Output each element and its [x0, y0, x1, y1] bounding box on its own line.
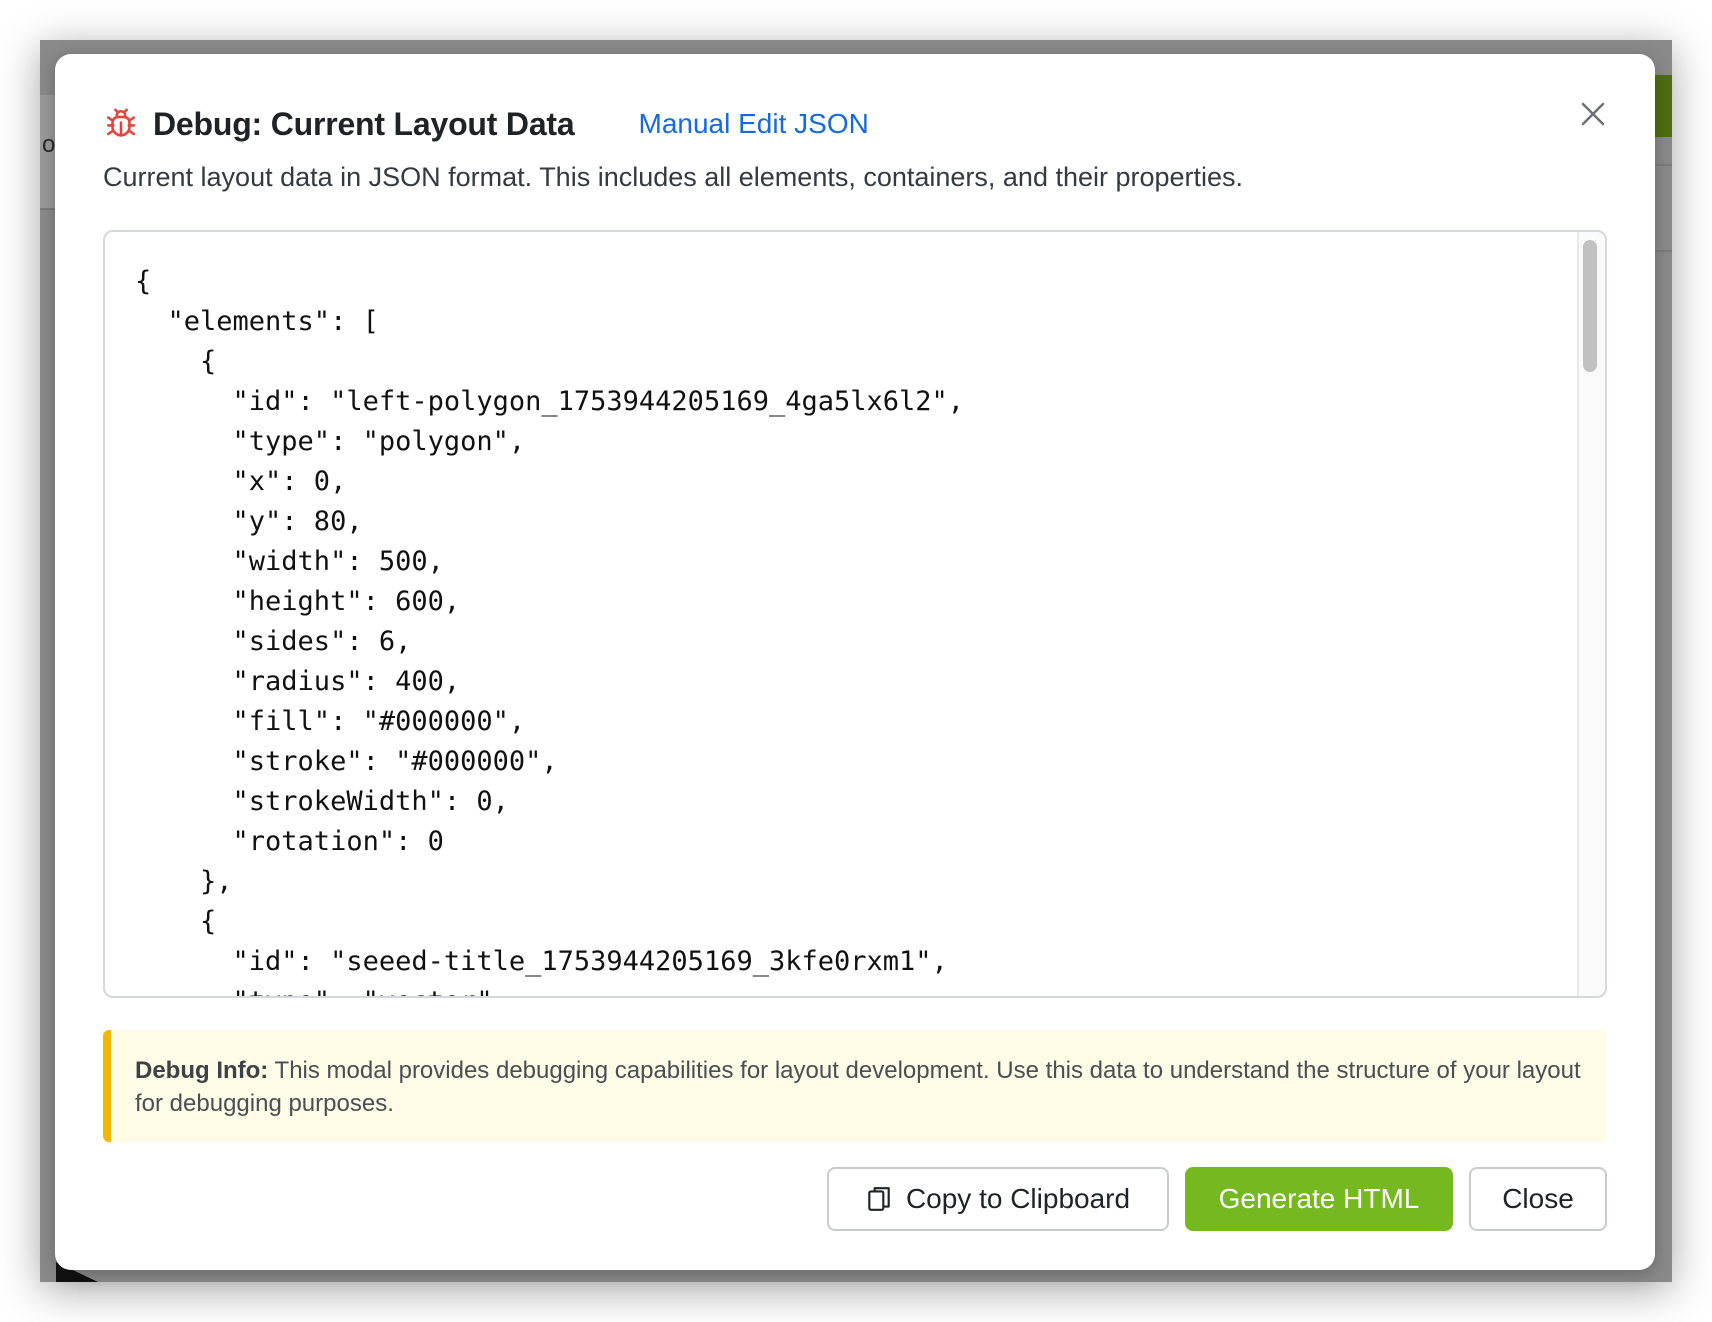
manual-edit-json-link[interactable]: Manual Edit JSON: [639, 108, 869, 140]
close-icon[interactable]: [1571, 92, 1615, 136]
modal-header: Debug: Current Layout Data Manual Edit J…: [103, 98, 869, 150]
json-code-viewer[interactable]: { "elements": [ { "id": "left-polygon_17…: [103, 230, 1607, 998]
debug-info-text: This modal provides debugging capabiliti…: [135, 1057, 1581, 1117]
debug-modal: Debug: Current Layout Data Manual Edit J…: [55, 54, 1655, 1270]
scrollbar-track[interactable]: [1577, 232, 1605, 996]
generate-html-button[interactable]: Generate HTML: [1185, 1167, 1453, 1231]
debug-info-label: Debug Info:: [135, 1057, 269, 1084]
clipboard-icon: [866, 1185, 892, 1213]
copy-button-label: Copy to Clipboard: [905, 1183, 1131, 1214]
bug-icon: [103, 106, 139, 142]
json-text: { "elements": [ { "id": "left-polygon_17…: [135, 266, 965, 996]
copy-to-clipboard-button[interactable]: Copy to Clipboard: [827, 1167, 1169, 1231]
debug-info-callout: Debug Info: This modal provides debuggin…: [103, 1030, 1607, 1142]
modal-footer: Copy to Clipboard Generate HTML Close: [827, 1167, 1607, 1231]
modal-title: Debug: Current Layout Data: [153, 105, 575, 142]
modal-description: Current layout data in JSON format. This…: [103, 162, 1244, 192]
close-button[interactable]: Close: [1469, 1167, 1607, 1231]
scrollbar-thumb[interactable]: [1583, 240, 1597, 372]
